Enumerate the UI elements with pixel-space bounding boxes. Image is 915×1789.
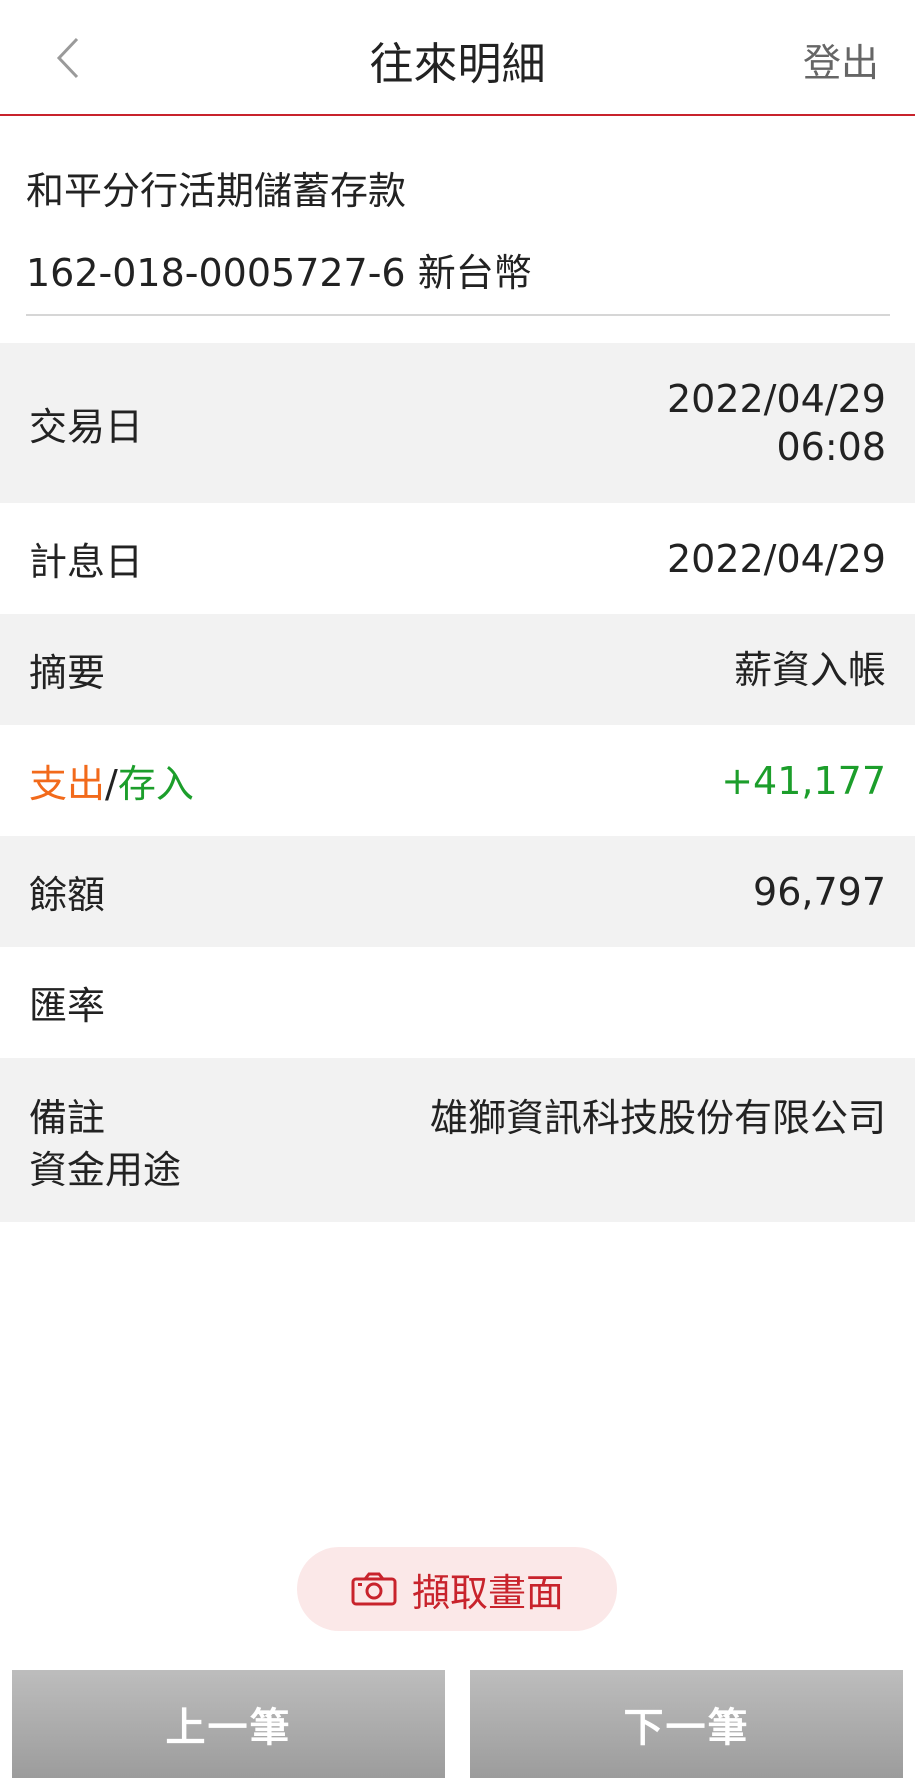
row-memo: 備註 資金用途 雄獅資訊科技股份有限公司: [0, 1058, 915, 1222]
row-flow: 支出/存入 +41,177: [0, 725, 915, 836]
row-value-date: 計息日 2022/04/29: [0, 503, 915, 614]
transaction-detail-list: 交易日 2022/04/29 06:08 計息日 2022/04/29 摘要 薪…: [0, 343, 915, 1222]
flow-separator: /: [105, 762, 118, 806]
memo-value: 雄獅資訊科技股份有限公司: [429, 1096, 886, 1140]
deposit-label: 存入: [117, 762, 194, 806]
memo-label-note: 備註: [29, 1096, 106, 1140]
next-record-button[interactable]: 下一筆: [470, 1670, 903, 1778]
logout-button[interactable]: 登出: [803, 32, 879, 87]
flow-amount: +41,177: [721, 758, 886, 803]
summary-label: 摘要: [29, 651, 106, 695]
value-date-value: 2022/04/29: [666, 536, 886, 581]
memo-label: 備註 資金用途: [29, 1092, 181, 1196]
page-title: 往來明細: [369, 39, 546, 90]
exchange-rate-label: 匯率: [29, 984, 106, 1028]
previous-record-button[interactable]: 上一筆: [12, 1670, 445, 1778]
trade-date-label: 交易日: [29, 404, 144, 449]
row-exchange-rate: 匯率: [0, 947, 915, 1058]
value-date-label: 計息日: [29, 540, 144, 584]
capture-screen-button[interactable]: 擷取畫面: [297, 1547, 617, 1631]
capture-screen-label: 擷取畫面: [411, 1570, 564, 1615]
memo-label-purpose: 資金用途: [29, 1148, 182, 1192]
top-bar: 往來明細 登出: [0, 0, 915, 116]
account-name: 和平分行活期儲蓄存款: [26, 169, 407, 213]
summary-value: 薪資入帳: [733, 647, 886, 692]
account-number: 162-018-0005727-6 新台幣: [26, 251, 532, 295]
row-balance: 餘額 96,797: [0, 836, 915, 947]
row-summary: 摘要 薪資入帳: [0, 614, 915, 725]
account-info: 和平分行活期儲蓄存款 162-018-0005727-6 新台幣: [26, 116, 890, 316]
trade-date-time: 06:08: [776, 425, 886, 469]
flow-label: 支出/存入: [29, 753, 194, 808]
row-trade-date: 交易日 2022/04/29 06:08: [0, 343, 915, 503]
withdraw-label: 支出: [29, 762, 106, 806]
camera-icon: [351, 1572, 397, 1606]
balance-label: 餘額: [29, 873, 106, 917]
trade-date-date: 2022/04/29: [666, 377, 886, 421]
trade-date-value: 2022/04/29 06:08: [667, 375, 886, 471]
balance-value: 96,797: [753, 869, 886, 914]
